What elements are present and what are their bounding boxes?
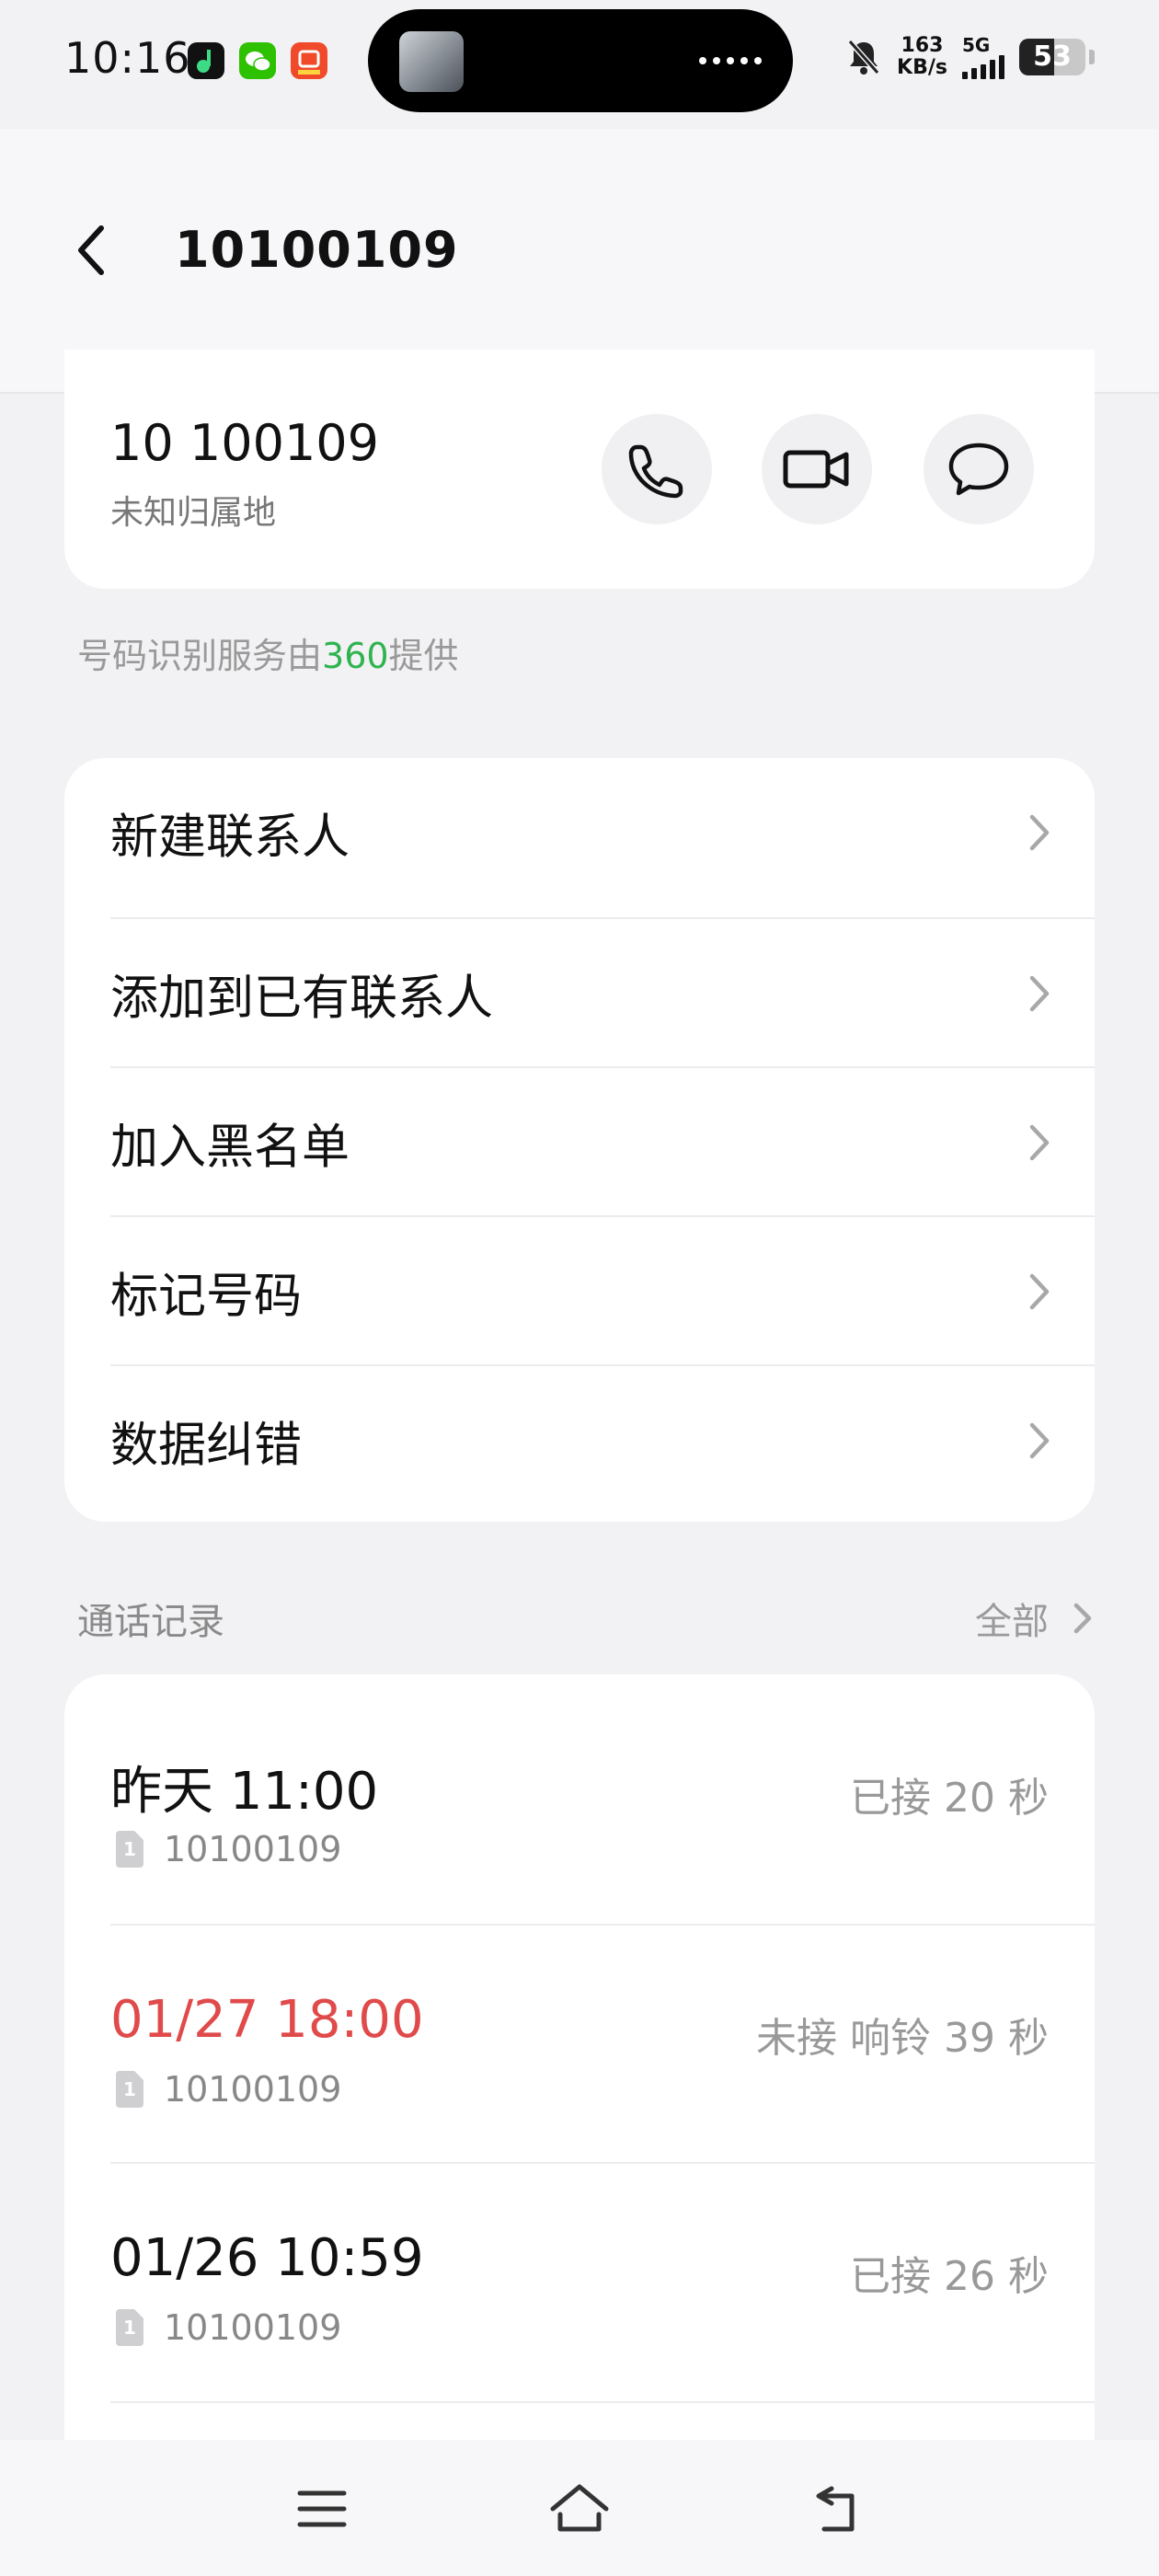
- system-nav-bar: [0, 2440, 1159, 2576]
- call-button[interactable]: [602, 414, 712, 524]
- call-status: 未接 响铃 39 秒: [756, 2014, 1049, 2062]
- call-sim-info: 1 10100109: [116, 1829, 341, 1869]
- page-title: 10100109: [175, 221, 459, 279]
- sim-slot: 1: [123, 2078, 136, 2100]
- video-icon: [783, 450, 849, 489]
- view-all-label: 全部: [975, 1601, 1049, 1643]
- menu-item-label: 加入黑名单: [110, 1120, 350, 1175]
- screen: 10:16 163 KB/s 5G 53 10100109 10 100109 …: [0, 0, 1159, 2576]
- menu-item-new-contact[interactable]: 新建联系人: [64, 758, 1095, 906]
- sim-slot: 1: [123, 2317, 136, 2339]
- chevron-right-icon: [1029, 1124, 1050, 1160]
- service-provider: 360: [322, 636, 389, 676]
- call-log-item[interactable]: 01/27 18:00 1 10100109 未接 响铃 39 秒: [64, 1915, 1095, 2153]
- call-number: 10100109: [164, 2307, 342, 2348]
- call-time: 昨天 11:00: [110, 1762, 379, 1822]
- call-number: 10100109: [164, 1829, 342, 1869]
- chevron-right-icon: [1029, 814, 1050, 850]
- music-app-icon: [188, 42, 224, 79]
- menu-item-blacklist[interactable]: 加入黑名单: [64, 1068, 1095, 1216]
- chevron-right-icon: [1029, 1422, 1050, 1458]
- message-button[interactable]: [924, 414, 1034, 524]
- call-time-missed: 01/27 18:00: [110, 1990, 424, 2050]
- service-suffix: 提供: [388, 636, 459, 676]
- network-speed: 163 KB/s: [897, 35, 947, 79]
- wechat-icon: [239, 42, 276, 79]
- back-arrow-icon: [816, 2486, 855, 2532]
- dynamic-island[interactable]: [368, 9, 793, 112]
- album-art: [399, 31, 464, 92]
- menu-item-label: 添加到已有联系人: [110, 971, 494, 1026]
- call-sim-info: 1 10100109: [116, 2069, 341, 2110]
- status-bar: 10:16 163 KB/s 5G 53: [0, 0, 1159, 129]
- chevron-right-icon: [1073, 1603, 1092, 1634]
- menu-nav-button[interactable]: [276, 2467, 368, 2550]
- network-type: 5G: [962, 34, 991, 56]
- service-provider-note: 号码识别服务由360提供: [77, 627, 459, 678]
- action-menu-card: 新建联系人 添加到已有联系人 加入黑名单 标记号码 数据纠错: [64, 758, 1095, 1522]
- call-sim-info: 1 10100109: [116, 2307, 341, 2348]
- call-status: 已接 26 秒: [850, 2252, 1049, 2300]
- sim-card-icon: 1: [116, 2071, 143, 2108]
- sim-card-icon: 1: [116, 2309, 143, 2346]
- menu-item-label: 标记号码: [110, 1269, 303, 1324]
- speed-unit: KB/s: [897, 56, 947, 79]
- speed-value: 163: [901, 34, 944, 57]
- battery-text: 53: [1033, 40, 1072, 73]
- menu-item-label: 新建联系人: [110, 810, 350, 865]
- menu-item-label: 数据纠错: [110, 1418, 303, 1473]
- back-button[interactable]: [64, 213, 120, 287]
- call-log-item[interactable]: 昨天 11:00 1 10100109 已接 20 秒: [64, 1674, 1095, 1913]
- chat-bubble-icon: [948, 443, 1009, 496]
- call-records-title: 通话记录: [77, 1601, 224, 1643]
- signal-icon: 5G: [962, 35, 1004, 79]
- status-time: 10:16: [64, 33, 191, 83]
- divider: [110, 2401, 1095, 2403]
- view-all-button[interactable]: 全部: [975, 1592, 1095, 1645]
- menu-item-add-to-existing[interactable]: 添加到已有联系人: [64, 919, 1095, 1067]
- call-status: 已接 20 秒: [850, 1774, 1049, 1822]
- phone-number: 10 100109: [110, 414, 380, 472]
- sim-card-icon: 1: [116, 1831, 143, 1868]
- contact-card: 10 100109 未知归属地: [64, 350, 1095, 589]
- home-icon: [550, 2484, 609, 2532]
- chevron-left-icon: [78, 225, 104, 275]
- home-nav-button[interactable]: [534, 2467, 625, 2550]
- shopping-app-icon: [291, 42, 327, 79]
- call-time: 01/26 10:59: [110, 2228, 424, 2288]
- back-nav-button[interactable]: [791, 2467, 883, 2550]
- audio-wave-icon: [699, 57, 762, 64]
- number-location: 未知归属地: [110, 494, 277, 532]
- battery-icon: 53: [1019, 39, 1085, 75]
- chevron-right-icon: [1029, 1273, 1050, 1309]
- phone-icon: [628, 444, 683, 499]
- menu-item-data-correction[interactable]: 数据纠错: [64, 1366, 1095, 1514]
- battery-tip: [1089, 50, 1095, 64]
- status-right: 163 KB/s 5G 53: [845, 35, 1095, 79]
- service-prefix: 号码识别服务由: [77, 636, 323, 676]
- call-log-item[interactable]: 01/26 10:59 1 10100109 已接 26 秒: [64, 2153, 1095, 2391]
- chevron-right-icon: [1029, 975, 1050, 1011]
- menu-item-mark-number[interactable]: 标记号码: [64, 1217, 1095, 1365]
- menu-icon: [297, 2490, 347, 2527]
- call-number: 10100109: [164, 2069, 342, 2110]
- video-call-button[interactable]: [762, 414, 872, 524]
- mute-bell-icon: [846, 39, 881, 75]
- sim-slot: 1: [123, 1838, 136, 1860]
